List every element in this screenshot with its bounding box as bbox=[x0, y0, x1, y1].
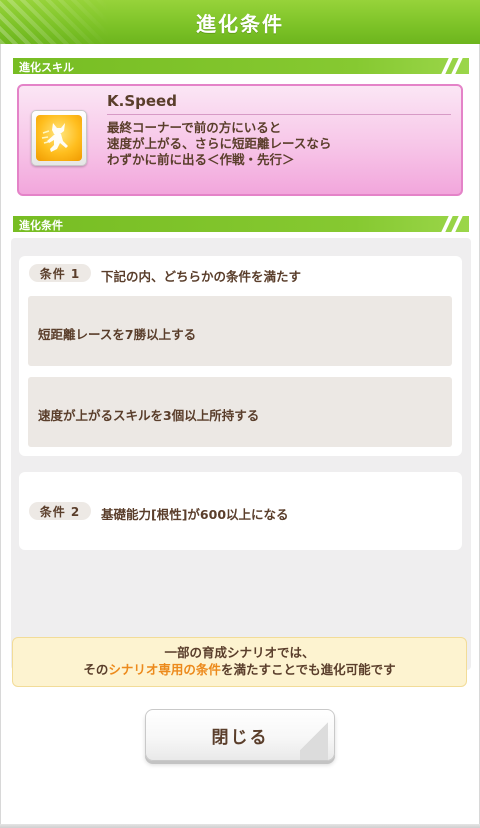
dialog-title: 進化条件 bbox=[196, 11, 284, 36]
notice-line-2: そのシナリオ専用の条件を満たすことでも進化可能です bbox=[13, 661, 466, 678]
notice-line-1: 一部の育成シナリオでは、 bbox=[164, 645, 315, 660]
sub-condition: 短距離レースを7勝以上する bbox=[28, 296, 452, 366]
condition-text: 下記の内、どちらかの条件を満たす bbox=[101, 269, 302, 284]
notice-highlight: シナリオ専用の条件 bbox=[108, 662, 221, 677]
dialog-header: 進化条件 bbox=[0, 0, 480, 44]
notice-text: その bbox=[83, 662, 109, 677]
skill-description-line: わずかに前に出る＜作戦・先行＞ bbox=[107, 152, 295, 167]
skill-section-header: 進化スキル bbox=[13, 58, 469, 74]
condition-card-2: 条件 2 基礎能力[根性]が600以上になる bbox=[19, 472, 462, 550]
speed-runner-icon bbox=[36, 115, 82, 161]
conditions-area: 条件 1 下記の内、どちらかの条件を満たす 短距離レースを7勝以上する 速度が上… bbox=[11, 238, 471, 670]
bottom-border bbox=[0, 824, 480, 828]
skill-section-label: 進化スキル bbox=[19, 61, 74, 74]
header-slash-decoration bbox=[450, 216, 464, 232]
conditions-section-header: 進化条件 bbox=[13, 216, 469, 232]
notice-text: を満たすことでも進化可能です bbox=[220, 662, 396, 677]
skill-card[interactable]: K.Speed 最終コーナーで前の方にいると 速度が上がる、さらに短距離レースな… bbox=[17, 84, 463, 196]
conditions-section-label: 進化条件 bbox=[19, 219, 63, 232]
condition-card-1: 条件 1 下記の内、どちらかの条件を満たす 短距離レースを7勝以上する 速度が上… bbox=[19, 256, 462, 456]
close-button[interactable]: 閉じる bbox=[145, 709, 335, 761]
condition-badge: 条件 2 bbox=[29, 502, 91, 520]
skill-description-line: 速度が上がる、さらに短距離レースなら bbox=[107, 136, 332, 151]
sub-condition: 速度が上がるスキルを3個以上所持する bbox=[28, 377, 452, 447]
skill-description-line: 最終コーナーで前の方にいると bbox=[107, 120, 282, 135]
sub-condition-text: 短距離レースを7勝以上する bbox=[38, 327, 197, 342]
skill-name: K.Speed bbox=[107, 92, 177, 110]
skill-icon-frame bbox=[31, 110, 87, 166]
skill-description: 最終コーナーで前の方にいると 速度が上がる、さらに短距離レースなら わずかに前に… bbox=[107, 120, 331, 168]
skill-divider bbox=[107, 114, 451, 115]
header-slash-decoration bbox=[450, 58, 464, 74]
sub-condition-text: 速度が上がるスキルを3個以上所持する bbox=[38, 408, 260, 423]
condition-badge: 条件 1 bbox=[29, 264, 91, 282]
scenario-notice: 一部の育成シナリオでは、 そのシナリオ専用の条件を満たすことでも進化可能です bbox=[12, 637, 467, 687]
condition-text: 基礎能力[根性]が600以上になる bbox=[101, 507, 289, 522]
